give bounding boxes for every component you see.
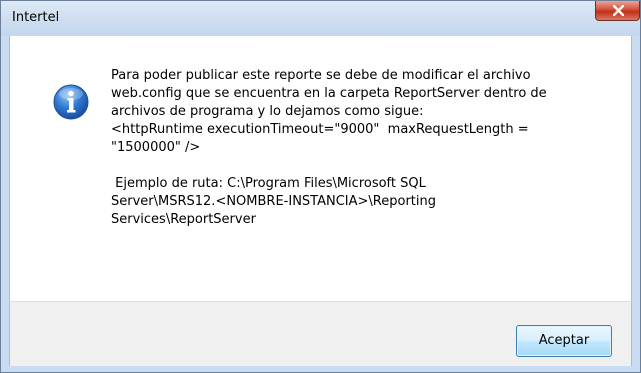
close-icon: [613, 5, 624, 16]
dialog-footer: Aceptar: [9, 301, 632, 366]
info-icon: [53, 84, 89, 120]
message-paragraph-example-path: Ejemplo de ruta: C:\Program Files\Micros…: [111, 176, 436, 227]
message-paragraph-instructions: Para poder publicar este reporte se debe…: [111, 68, 547, 155]
dialog-content: Para poder publicar este reporte se debe…: [9, 36, 632, 333]
title-bar[interactable]: Intertel: [1, 1, 640, 36]
message-dialog-window: Intertel Para poder publicar este report…: [0, 0, 641, 373]
close-button[interactable]: [595, 1, 640, 21]
dialog-message: Para poder publicar este reporte se debe…: [111, 67, 606, 229]
accept-button[interactable]: Aceptar: [516, 325, 612, 357]
window-title: Intertel: [12, 10, 60, 25]
